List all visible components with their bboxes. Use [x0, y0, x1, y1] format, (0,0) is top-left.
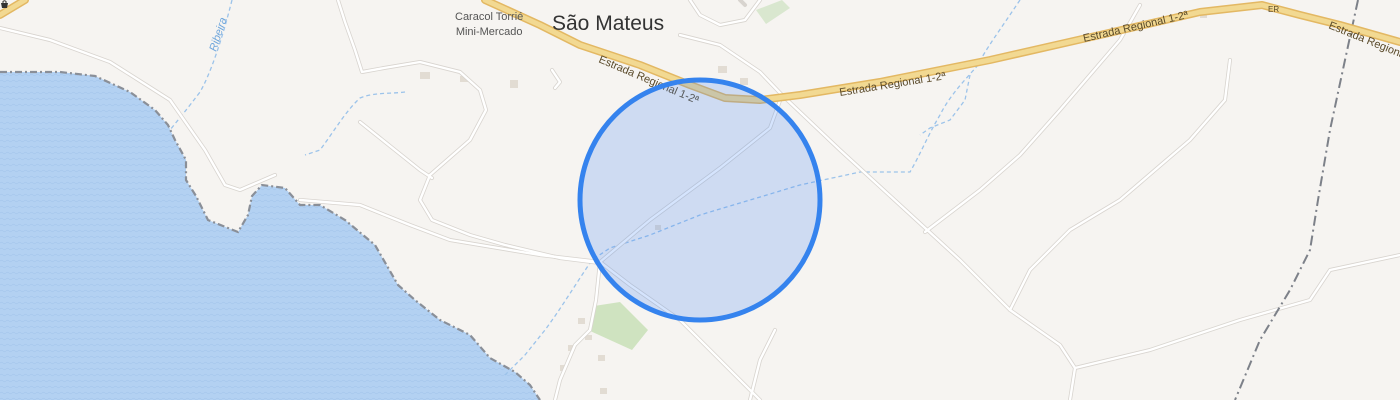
poi-name-line1: Caracol Torrié	[455, 11, 524, 23]
place-label: São Mateus	[552, 12, 665, 35]
poi-label[interactable]: Caracol Torrié Mini-Mercado	[455, 10, 523, 40]
road-label-shield: ER	[1268, 5, 1279, 14]
map-view[interactable]: Estrada Regional 1-2ª Estrada Regional 1…	[0, 0, 1400, 400]
location-accuracy-circle[interactable]	[577, 77, 823, 323]
map-canvas[interactable]: Estrada Regional 1-2ª Estrada Regional 1…	[0, 0, 1400, 400]
poi-name-line2: Mini-Mercado	[455, 26, 523, 38]
shop-icon[interactable]	[0, 0, 9, 9]
